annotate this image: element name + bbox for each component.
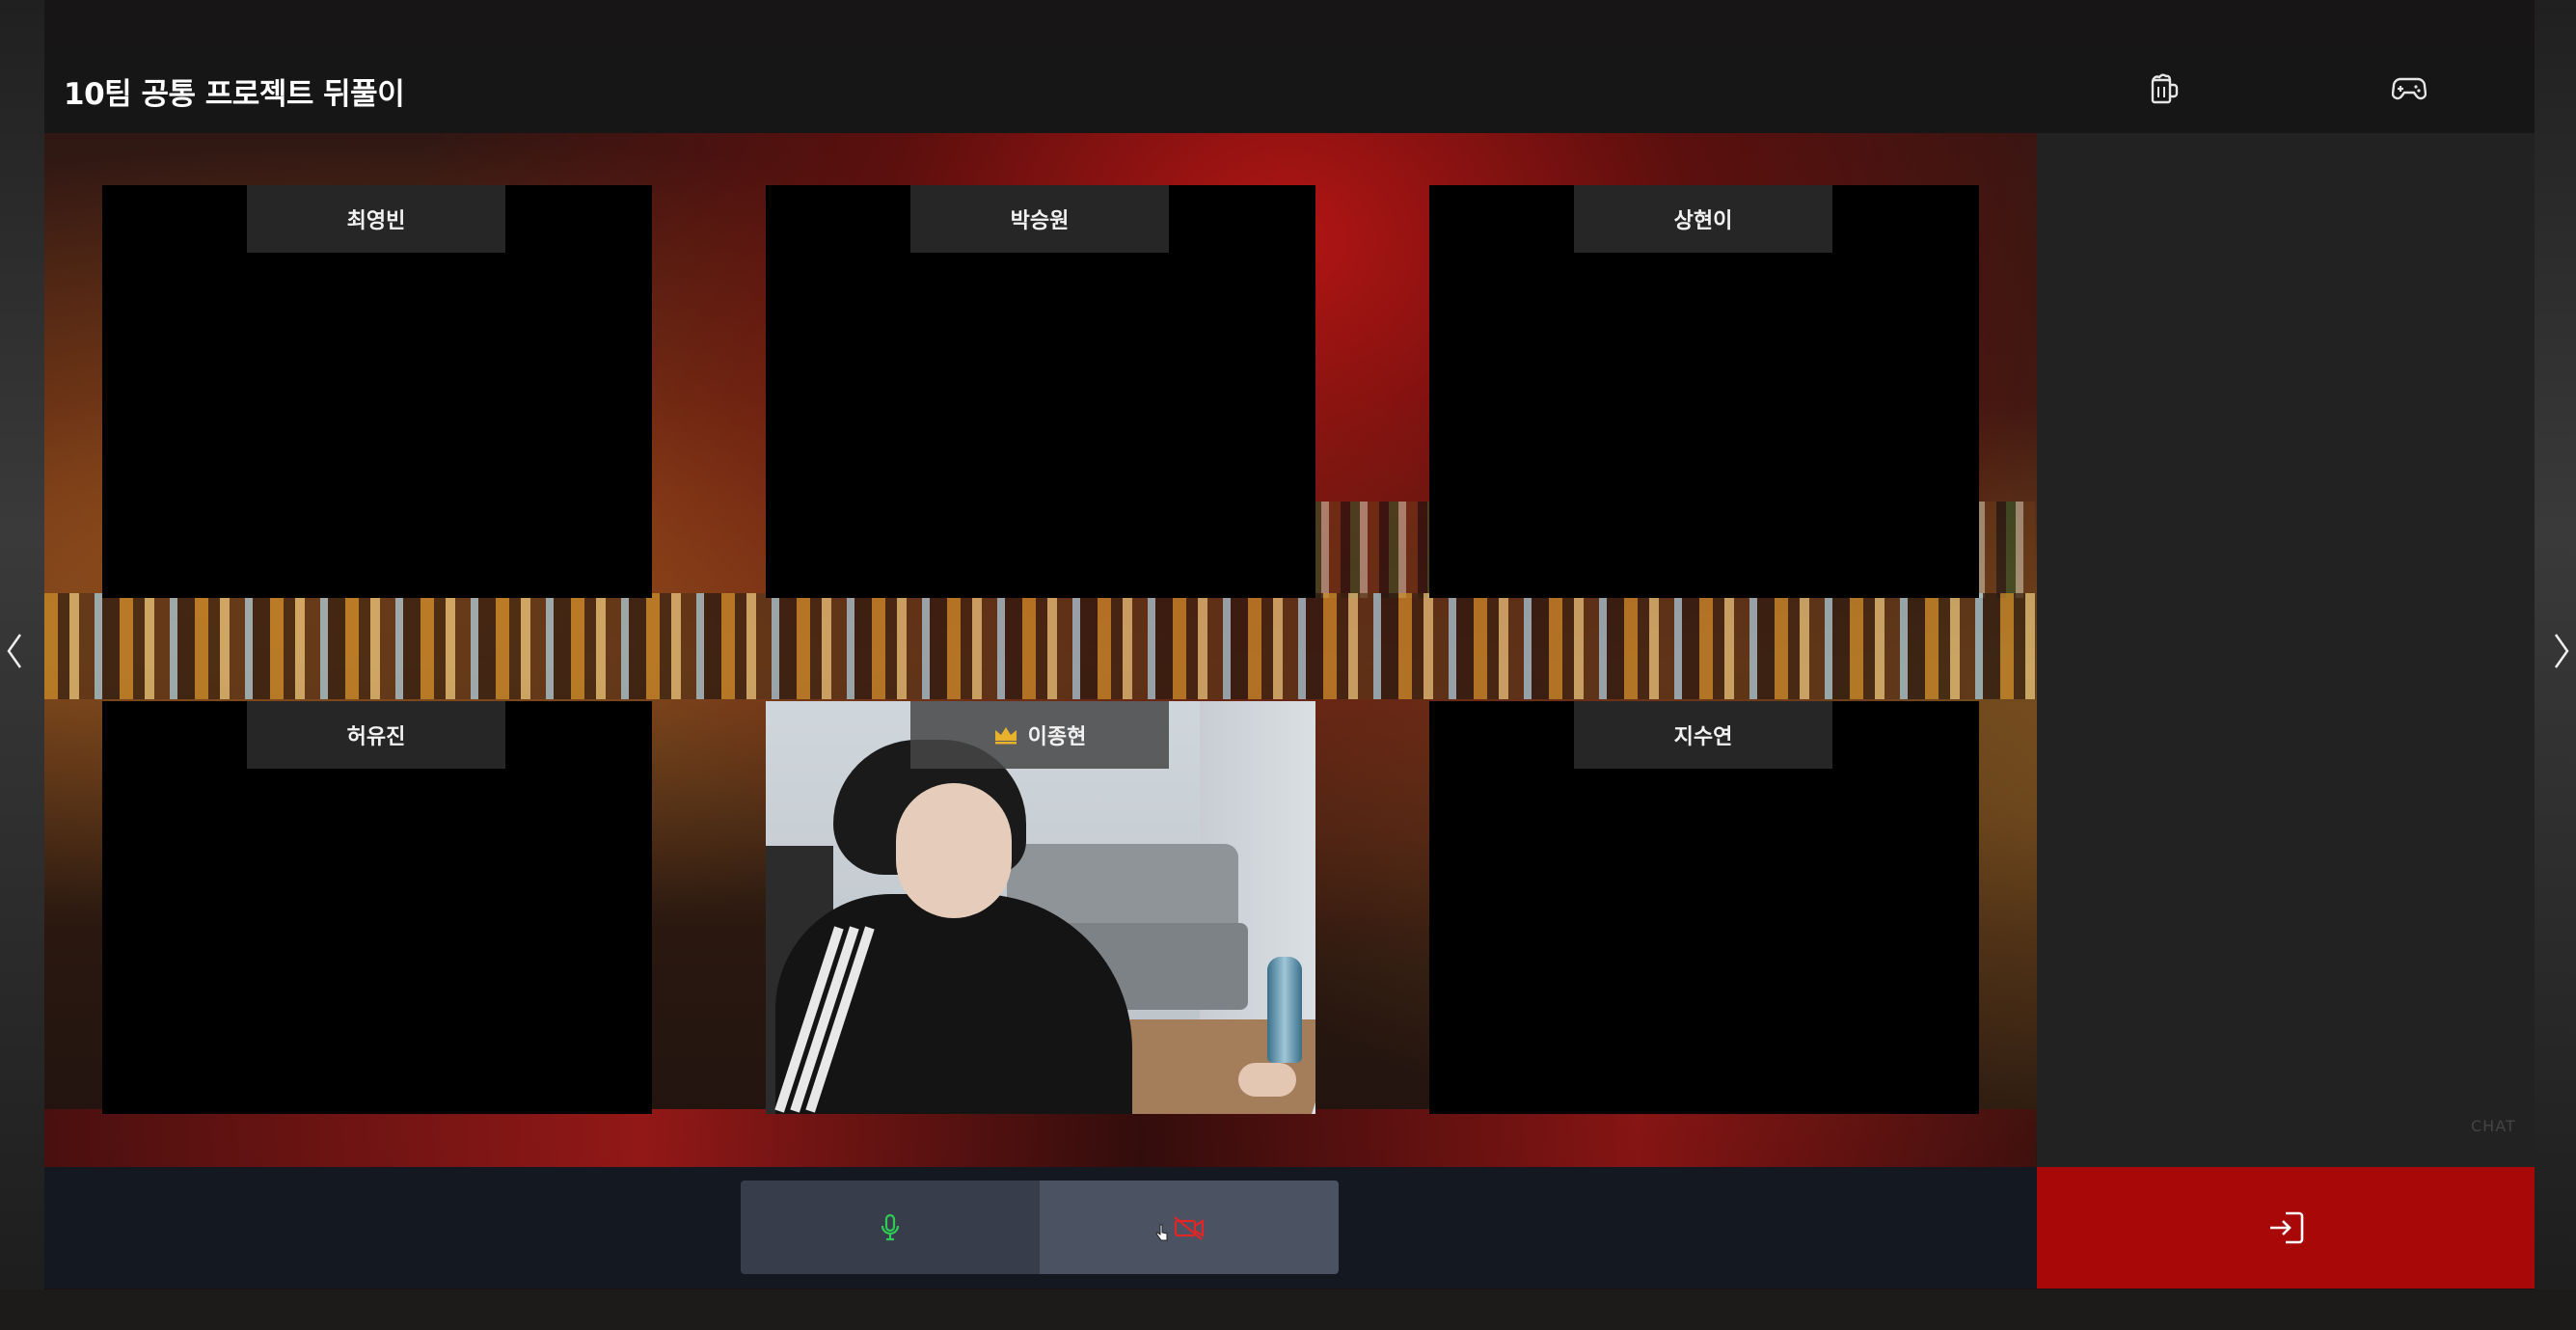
participant-name-tag: 이종현 [910,701,1169,769]
previous-page-arrow[interactable] [0,627,29,675]
chevron-left-icon [7,634,22,668]
video-tile-participant-1: 최영빈 [102,185,652,598]
webcam-person-face [896,783,1012,918]
participant-name: 지수연 [1673,725,1733,749]
video-tile-host: 이종현 [766,701,1315,1114]
participant-name: 최영빈 [346,209,406,233]
mouse-cursor-icon [1155,1224,1168,1241]
room-title: 10팀 공통 프로젝트 뒤풀이 [64,77,405,112]
background-bottle-shelf [44,593,2036,699]
participant-name-tag: 최영빈 [247,185,505,253]
video-tile-participant-2: 박승원 [766,185,1315,598]
participant-name: 허유진 [346,725,406,749]
room-header: 10팀 공통 프로젝트 뒤풀이 [44,46,2535,133]
background-bottom [0,1289,2576,1330]
game-button[interactable] [2390,69,2428,108]
video-tile-participant-3: 상현이 [1429,185,1979,598]
crown-icon [994,727,1017,745]
video-tile-participant-4: 허유진 [102,701,652,1114]
participant-name-tag: 박승원 [910,185,1169,253]
microphone-icon [881,1213,900,1240]
webcam-person-hand [1238,1063,1296,1097]
participant-name-tag: 허유진 [247,701,505,769]
camera-off-icon [1174,1215,1205,1240]
participant-name-tag: 지수연 [1574,701,1832,769]
participant-name: 이종현 [1027,725,1087,749]
video-tile-participant-6: 지수연 [1429,701,1979,1114]
participant-name: 상현이 [1673,209,1733,233]
camera-toggle-button[interactable] [1040,1181,1339,1274]
chat-label[interactable]: CHAT [2471,1117,2516,1135]
participant-name-tag: 상현이 [1574,185,1832,253]
leave-room-button[interactable] [2037,1167,2535,1289]
background-top [0,0,2576,46]
webcam-bottle [1267,957,1302,1063]
chevron-right-icon [2554,634,2569,668]
exit-icon [2270,1211,2304,1244]
media-controls [741,1181,1339,1274]
background-bar-counter [44,1109,2036,1167]
beer-mug-icon [2151,73,2179,104]
next-page-arrow[interactable] [2547,627,2576,675]
beer-button[interactable] [2145,69,2183,108]
microphone-toggle-button[interactable] [741,1181,1040,1274]
participant-name: 박승원 [1010,209,1070,233]
gamepad-icon [2392,77,2427,100]
side-panel [2037,133,2535,1167]
